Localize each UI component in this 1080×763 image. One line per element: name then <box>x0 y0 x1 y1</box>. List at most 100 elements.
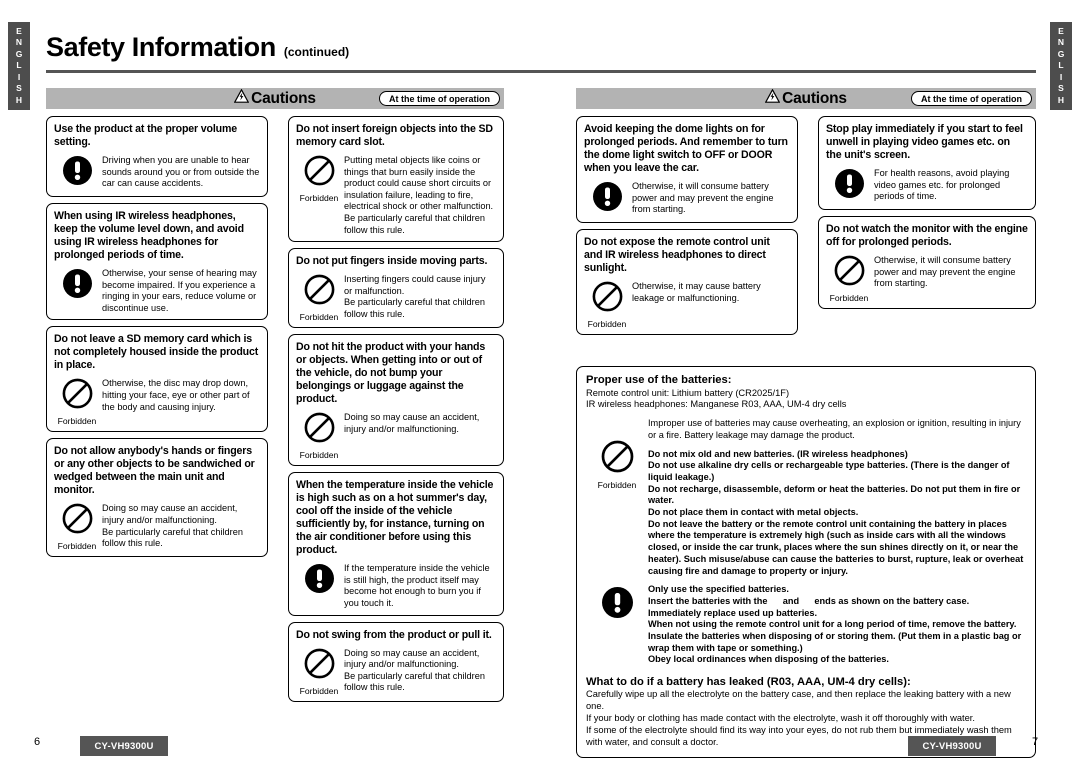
page-title-continued: (continued) <box>283 45 350 59</box>
battery-mandatory-block: Only use the specified batteries. Insert… <box>586 584 1026 666</box>
icon-column <box>826 166 872 204</box>
caution-body: Forbidden Putting metal objects like coi… <box>296 153 496 236</box>
battery-section-title: Proper use of the batteries: <box>586 374 732 386</box>
battery-usage-section: Proper use of the batteries: Remote cont… <box>576 366 1036 758</box>
caution-text: Otherwise, it will consume battery power… <box>874 255 1016 289</box>
caution-header-left: Cautions At the time of operation <box>46 88 504 109</box>
icon-column <box>584 179 630 217</box>
caution-heading: Do not watch the monitor with the engine… <box>826 223 1028 248</box>
icon-caption: Forbidden <box>587 319 627 329</box>
exclamation-filled-circle-icon <box>592 181 623 217</box>
exclamation-filled-circle-icon <box>834 168 865 204</box>
caution-item: Do not allow anybody's hands or fingers … <box>46 438 268 558</box>
icon-column: Forbidden <box>54 376 100 426</box>
caution-heading: When the temperature inside the vehicle … <box>296 479 494 557</box>
battery-mandatory-line: Insulate the batteries when disposing of… <box>648 631 1022 653</box>
caution-item: Do not put fingers inside moving parts. … <box>288 248 504 329</box>
icon-column <box>54 153 100 191</box>
model-chip-right: CY-VH9300U <box>908 736 996 756</box>
caution-item: Do not insert foreign objects into the S… <box>288 116 504 243</box>
icon-column <box>54 266 100 304</box>
icon-caption: Forbidden <box>57 416 97 427</box>
caution-item: Use the product at the proper volume set… <box>46 116 268 197</box>
title-divider <box>46 70 1036 73</box>
icon-column: Forbidden <box>296 272 342 322</box>
icon-caption: Forbidden <box>299 193 339 203</box>
battery-forbidden-line: Do not use alkaline dry cells or recharg… <box>648 460 1010 482</box>
language-tab-letter: N <box>1057 37 1065 48</box>
caution-text: Putting metal objects like coins or thin… <box>344 155 494 235</box>
caution-text: Otherwise, the disc may drop down, hitti… <box>102 378 250 412</box>
language-tab-letter: E <box>16 25 22 36</box>
battery-forbidden-line: Do not recharge, disassemble, deform or … <box>648 483 1021 506</box>
language-tab-letter: L <box>1058 60 1064 71</box>
exclamation-filled-circle-icon <box>62 268 93 304</box>
battery-mandatory-line: Obey local ordinances when disposing of … <box>648 654 889 665</box>
language-tab-letter: L <box>16 60 22 71</box>
battery-forbidden-block: Forbidden Improper use of batteries may … <box>586 418 1026 577</box>
battery-forbidden-line: Do not leave the battery or the remote c… <box>648 518 1024 576</box>
caution-item: When using IR wireless headphones, keep … <box>46 203 268 321</box>
icon-caption: Forbidden <box>299 312 339 323</box>
caution-body: Otherwise, it will consume battery power… <box>584 179 790 217</box>
caution-heading: Avoid keeping the dome lights on for pro… <box>584 123 788 174</box>
exclamation-filled-circle-icon <box>62 155 93 191</box>
caution-label-left: Cautions <box>233 88 316 108</box>
prohibition-slash-circle-icon <box>304 274 335 310</box>
exclamation-filled-circle-icon <box>601 586 634 624</box>
prohibition-slash-circle-icon <box>304 412 335 448</box>
language-tab-letter: G <box>15 48 23 59</box>
manual-page-spread: E N G L I S H E N G L I S H Safety Infor… <box>0 0 1080 763</box>
icon-caption: Forbidden <box>299 450 339 461</box>
caution-text: Doing so may cause an accident, injury a… <box>344 647 485 693</box>
right-page-column-1: Avoid keeping the dome lights on for pro… <box>576 116 798 341</box>
icon-caption: Forbidden <box>829 293 869 303</box>
battery-mandatory-line: Insert the batteries with the and ends a… <box>648 595 970 606</box>
caution-heading: Do not swing from the product or pull it… <box>296 628 492 641</box>
page-title-text: Safety Information <box>46 32 276 62</box>
battery-leak-title: What to do if a battery has leaked (R03,… <box>586 676 911 689</box>
language-tab-letter: I <box>17 71 21 82</box>
battery-lead-paragraph: Improper use of batteries may cause over… <box>648 418 1021 440</box>
battery-forbidden-text: Improper use of batteries may cause over… <box>648 418 1026 577</box>
caution-text: Otherwise, your sense of hearing may bec… <box>102 268 257 313</box>
prohibition-slash-circle-icon <box>62 503 93 539</box>
battery-mandatory-line: Immediately replace used up batteries. <box>648 607 818 618</box>
caution-item: Do not expose the remote control unit an… <box>576 229 798 335</box>
caution-text: Inserting fingers could cause injury or … <box>344 274 486 319</box>
right-page-column-2: Stop play immediately if you start to fe… <box>818 116 1036 315</box>
language-tab-letter: E <box>1058 25 1064 36</box>
caution-item: Do not hit the product with your hands o… <box>288 334 504 467</box>
caution-text: For health reasons, avoid playing video … <box>874 168 1010 202</box>
icon-caption: Forbidden <box>299 685 339 696</box>
page-number-left: 6 <box>34 736 41 748</box>
battery-spec-line: IR wireless headphones: Manganese R03, A… <box>586 399 847 410</box>
caution-heading: Stop play immediately if you start to fe… <box>826 123 1023 161</box>
icon-column <box>586 584 648 624</box>
caution-item: When the temperature inside the vehicle … <box>288 472 504 616</box>
caution-body: Forbidden Otherwise, it will consume bat… <box>826 253 1028 303</box>
icon-column: Forbidden <box>296 410 342 460</box>
icon-column: Forbidden <box>296 153 342 203</box>
caution-item: Stop play immediately if you start to fe… <box>818 116 1036 210</box>
left-page-column-1: Use the product at the proper volume set… <box>46 116 268 563</box>
caution-heading: Do not allow anybody's hands or fingers … <box>54 445 255 497</box>
prohibition-slash-circle-icon <box>62 378 93 414</box>
icon-column <box>296 561 342 599</box>
caution-body: Forbidden Inserting fingers could cause … <box>296 272 496 322</box>
caution-header-right: Cautions At the time of operation <box>576 88 1036 109</box>
caution-text: Doing so may cause an accident, injury a… <box>344 412 480 434</box>
prohibition-slash-circle-icon <box>601 440 634 478</box>
battery-spec-line: Remote control unit: Lithium battery (CR… <box>586 387 790 398</box>
caution-text: If the temperature inside the vehicle is… <box>344 563 490 608</box>
exclamation-filled-circle-icon <box>304 563 335 599</box>
caution-body: If the temperature inside the vehicle is… <box>296 561 496 609</box>
caution-text: Otherwise, it will consume battery power… <box>632 181 774 215</box>
prohibition-slash-circle-icon <box>592 281 623 317</box>
caution-item: Do not leave a SD memory card which is n… <box>46 326 268 433</box>
caution-body: Forbidden Doing so may cause an accident… <box>54 501 260 551</box>
language-tab-letter: H <box>1057 94 1065 105</box>
warning-triangle-lightning-icon <box>233 88 250 108</box>
icon-column: Forbidden <box>586 418 648 490</box>
icon-column: Forbidden <box>584 279 630 329</box>
